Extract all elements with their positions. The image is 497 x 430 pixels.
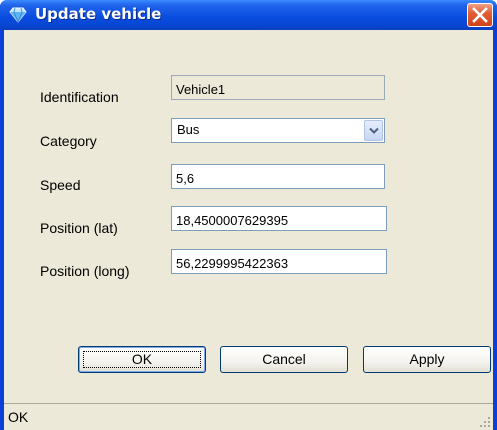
focus-rectangle xyxy=(83,351,201,368)
apply-button[interactable]: Apply xyxy=(363,346,491,373)
cancel-button-label: Cancel xyxy=(262,351,306,367)
category-selected-value: Bus xyxy=(177,122,200,137)
ok-button[interactable]: OK xyxy=(78,346,206,373)
position-lat-label: Position (lat) xyxy=(40,220,118,236)
resize-grip-icon[interactable] xyxy=(479,416,491,428)
position-long-field[interactable] xyxy=(171,249,387,274)
diamond-icon xyxy=(9,7,27,23)
chevron-down-icon xyxy=(369,127,379,134)
apply-button-label: Apply xyxy=(409,351,445,367)
close-button[interactable] xyxy=(467,3,493,27)
speed-field[interactable] xyxy=(171,164,385,189)
category-dropdown-button[interactable] xyxy=(364,120,383,141)
window-title: Update vehicle xyxy=(35,5,162,23)
identification-field xyxy=(171,75,385,100)
position-long-label: Position (long) xyxy=(40,263,130,279)
position-lat-field[interactable] xyxy=(171,206,387,231)
cancel-button[interactable]: Cancel xyxy=(220,346,348,373)
category-select[interactable]: Bus xyxy=(171,118,385,143)
status-bar: OK xyxy=(4,403,493,430)
dialog-body: Identification Category Bus Speed Positi… xyxy=(4,30,493,430)
category-label: Category xyxy=(40,133,97,149)
close-icon xyxy=(472,7,488,23)
status-text: OK xyxy=(8,409,29,425)
update-vehicle-dialog: Update vehicle Identification Category B… xyxy=(0,0,497,430)
title-bar[interactable]: Update vehicle xyxy=(0,0,497,30)
speed-label: Speed xyxy=(40,177,81,193)
identification-label: Identification xyxy=(40,89,119,105)
